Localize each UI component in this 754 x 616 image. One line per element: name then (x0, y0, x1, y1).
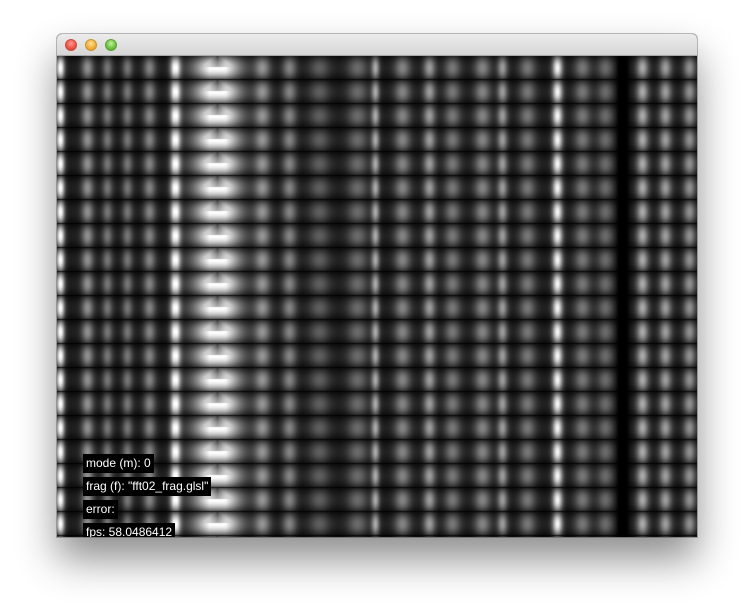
hud-error-text: error: (83, 500, 118, 519)
hud-mode-text: mode (m): 0 (83, 454, 154, 473)
title-bar[interactable] (57, 34, 697, 56)
minimize-button[interactable] (85, 39, 97, 51)
close-button[interactable] (65, 39, 77, 51)
zoom-button[interactable] (105, 39, 117, 51)
app-window: mode (m): 0 frag (f): "fft02_frag.glsl" … (57, 34, 697, 537)
hud-fps-text: fps: 58.0486412 (83, 523, 176, 537)
hud-frag-text: frag (f): "fft02_frag.glsl" (83, 477, 212, 496)
hud-overlay: mode (m): 0 frag (f): "fft02_frag.glsl" … (83, 454, 212, 537)
shader-viewport[interactable]: mode (m): 0 frag (f): "fft02_frag.glsl" … (57, 56, 697, 537)
